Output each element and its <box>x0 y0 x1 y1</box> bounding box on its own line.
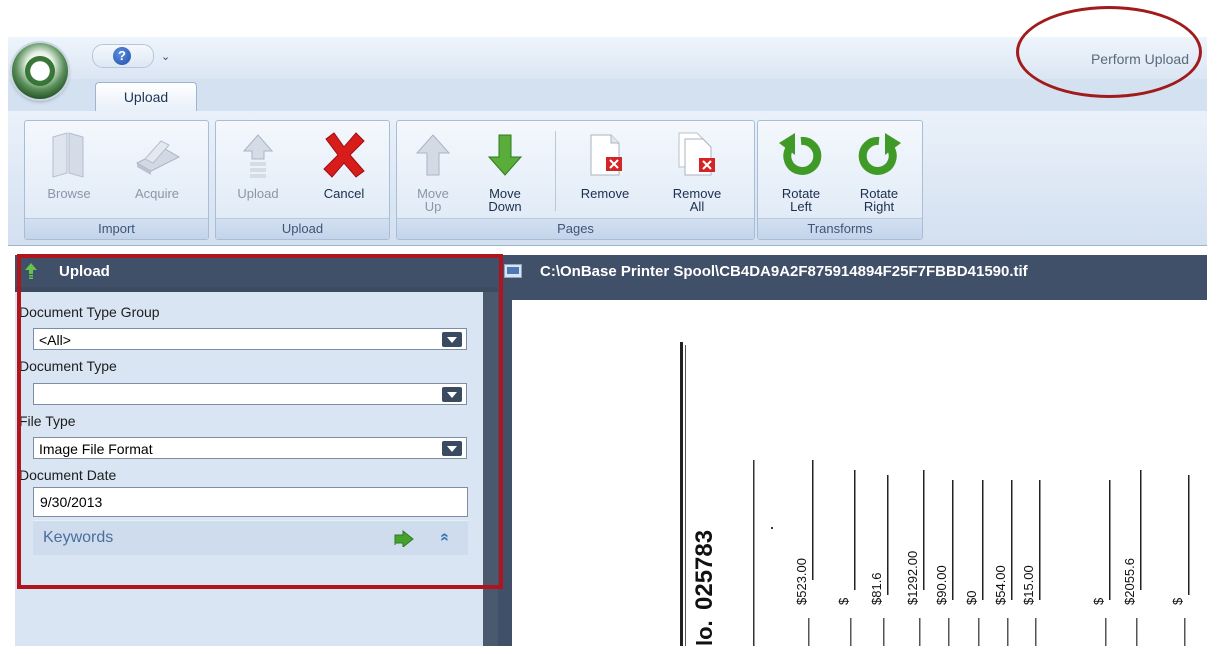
receipt-amount: $2055.6 <box>1122 558 1137 605</box>
annotation-rectangle <box>17 254 503 589</box>
ribbon-tab-row: Upload <box>8 79 1207 112</box>
amount-dotted-rule <box>1184 618 1186 646</box>
rotate-left-icon <box>779 133 822 175</box>
app-logo-icon <box>25 56 55 86</box>
arrow-up-icon <box>415 134 451 176</box>
receipt-amount: $ <box>1091 597 1106 605</box>
amount-rule <box>1109 480 1111 600</box>
amount-dotted-rule <box>1136 618 1138 646</box>
amount-rule <box>887 475 889 595</box>
ribbon: Browse Acquire Import Upload Cancel Uplo… <box>8 111 1207 246</box>
acquire-label: Acquire <box>134 186 180 201</box>
rotate-right-icon <box>858 133 901 175</box>
ribbon-group-upload: Upload Cancel Upload <box>215 120 390 240</box>
help-icon[interactable]: ? <box>113 47 131 65</box>
onbase-upload-window: ? ⌄ Perform Upload Upload Browse Acquire… <box>0 0 1207 646</box>
receipt-amount: $ <box>836 597 851 605</box>
scanner-icon <box>135 140 181 175</box>
receipt-rule <box>685 345 686 646</box>
remove-page-icon <box>590 134 622 176</box>
amount-dotted-rule <box>1105 618 1107 646</box>
browse-icon <box>52 132 84 178</box>
receipt-amount: $1292.00 <box>905 551 920 605</box>
application-orb-button[interactable] <box>12 43 68 99</box>
amount-rule <box>923 470 925 590</box>
amount-dotted-rule <box>850 618 852 646</box>
receipt-amount: $81.6 <box>869 572 884 605</box>
remove-all-pages-icon <box>678 132 715 176</box>
remove-label: Remove <box>580 186 630 201</box>
cancel-label: Cancel <box>323 186 365 201</box>
document-viewer-header: C:\OnBase Printer Spool\CB4DA9A2F8759148… <box>498 255 1207 287</box>
image-file-icon <box>504 264 522 278</box>
document-image[interactable]: $523.00 $ $81.6 $1292.00 $90.00 $0 $54.00 $15.0… <box>512 300 1207 646</box>
amount-rule <box>982 480 984 600</box>
receipt-number: 025783 <box>691 530 718 610</box>
receipt-prefix: lo. <box>692 620 717 646</box>
receipt-amount: $0 <box>964 591 979 605</box>
scan-speck <box>771 527 773 529</box>
ribbon-group-pages: Move Up Move Down Remove Remove All Page… <box>396 120 755 240</box>
amount-dotted-rule <box>1007 618 1009 646</box>
tab-upload[interactable]: Upload <box>95 82 197 112</box>
receipt-amount: $54.00 <box>993 565 1008 605</box>
amount-rule <box>1140 470 1142 590</box>
browse-label: Browse <box>47 186 91 201</box>
move-up-label: Move Up <box>417 186 449 214</box>
rotate-left-label: Rotate Left <box>781 186 821 214</box>
amount-rule <box>854 470 856 590</box>
pages-separator <box>555 131 556 211</box>
group-label-transforms: Transforms <box>758 218 922 239</box>
receipt-amount: $ <box>1170 597 1185 605</box>
amount-dotted-rule <box>1035 618 1037 646</box>
scanned-receipt: $523.00 $ $81.6 $1292.00 $90.00 $0 $54.00 $15.0… <box>680 342 1190 646</box>
arrow-down-icon <box>487 134 523 176</box>
amount-rule <box>812 460 814 580</box>
ribbon-group-import: Browse Acquire Import <box>24 120 209 240</box>
rotate-right-label: Rotate Right <box>859 186 899 214</box>
amount-dotted-rule <box>919 618 921 646</box>
group-label-pages: Pages <box>397 218 754 239</box>
quick-access-menu-icon[interactable]: ⌄ <box>161 50 170 63</box>
receipt-rule <box>753 460 755 646</box>
amount-dotted-rule <box>883 618 885 646</box>
amount-rule <box>1188 475 1190 595</box>
quick-access-toolbar: ? <box>92 44 154 68</box>
document-path: C:\OnBase Printer Spool\CB4DA9A2F8759148… <box>540 263 1028 280</box>
upload-label: Upload <box>237 186 279 201</box>
receipt-rule <box>680 342 683 646</box>
amount-rule <box>1039 480 1041 600</box>
receipt-amount: $15.00 <box>1021 565 1036 605</box>
remove-all-label: Remove All <box>672 186 722 214</box>
group-label-upload: Upload <box>216 218 389 239</box>
amount-rule <box>952 480 954 600</box>
annotation-ellipse <box>1016 6 1202 98</box>
receipt-amount: $90.00 <box>934 565 949 605</box>
group-label-import: Import <box>25 218 208 239</box>
receipt-amount: $523.00 <box>794 558 809 605</box>
amount-rule <box>1011 480 1013 600</box>
red-x-icon <box>323 132 365 178</box>
move-down-label: Move Down <box>488 186 522 214</box>
ribbon-group-transforms: Rotate Left Rotate Right Transforms <box>757 120 923 240</box>
amount-dotted-rule <box>948 618 950 646</box>
amount-dotted-rule <box>978 618 980 646</box>
upload-arrow-icon <box>242 134 274 178</box>
amount-dotted-rule <box>808 618 810 646</box>
